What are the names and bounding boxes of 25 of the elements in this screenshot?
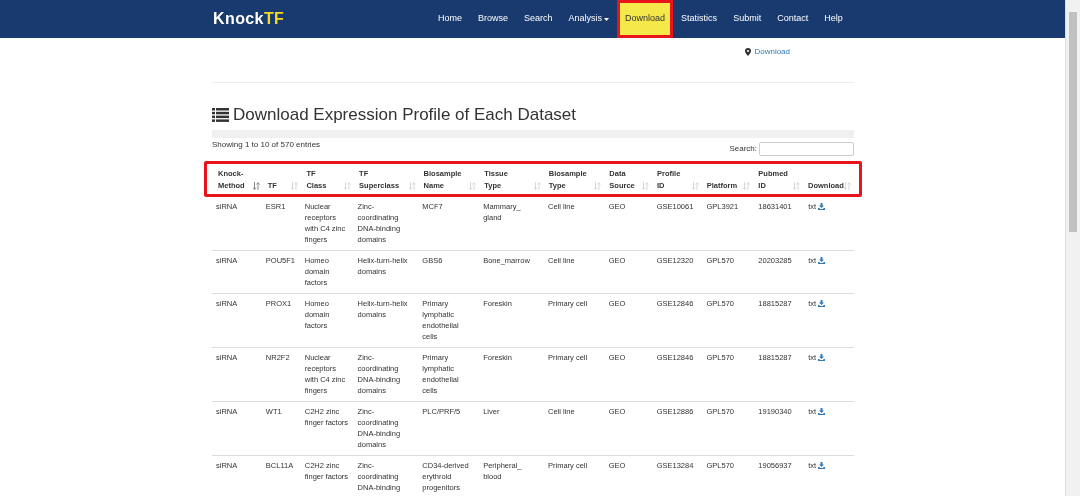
- download-icon: [818, 203, 826, 210]
- logo[interactable]: KnockTF: [213, 7, 413, 31]
- download-icon: [818, 354, 826, 361]
- nav-link[interactable]: Submit: [725, 0, 770, 38]
- nav-link[interactable]: Home: [430, 0, 470, 38]
- sort-icon[interactable]: [252, 182, 260, 190]
- download-icon: [818, 300, 826, 307]
- download-icon: [818, 408, 826, 415]
- nav-link[interactable]: Download: [617, 0, 674, 38]
- nav-link[interactable]: Contact: [769, 0, 817, 38]
- search-field[interactable]: [759, 142, 854, 156]
- nav-link[interactable]: Statistics: [673, 0, 726, 38]
- search-label: Search:: [729, 143, 757, 155]
- nav-link[interactable]: Browse: [470, 0, 517, 38]
- breadcrumb-link[interactable]: Download: [754, 46, 790, 58]
- map-pin-icon: [745, 48, 752, 56]
- download-icon: [818, 462, 826, 469]
- scrollbar[interactable]: [1065, 0, 1080, 496]
- list-icon: [212, 108, 229, 122]
- entries-info: Showing 1 to 10 of 570 entries: [212, 139, 321, 151]
- nav-link[interactable]: Analysis: [560, 0, 618, 38]
- page-heading: Download Expression Profile of Each Dataset: [233, 104, 576, 127]
- download-icon: [818, 257, 826, 264]
- nav-link[interactable]: Search: [516, 0, 561, 38]
- nav-link[interactable]: Help: [816, 0, 851, 38]
